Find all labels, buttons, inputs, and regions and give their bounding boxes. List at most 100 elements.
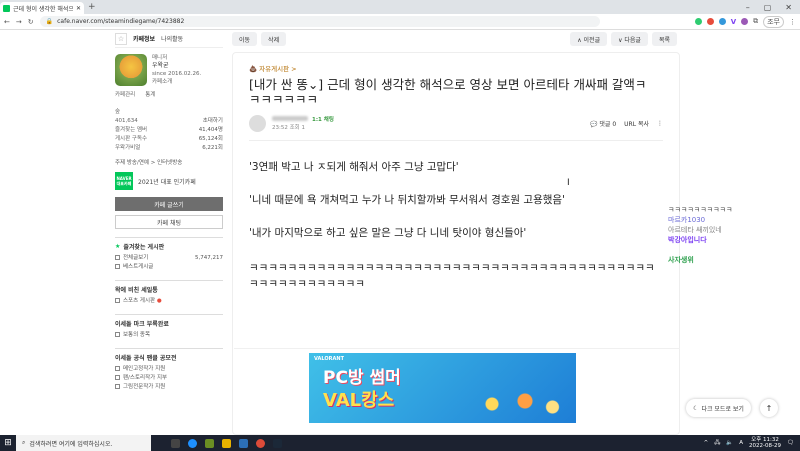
url-copy-button[interactable]: URL 복사 (624, 119, 649, 128)
stat-label: 즐겨찾는 멤버 (115, 127, 148, 133)
menu-item-label: 팬/스토리작가 지부 (123, 375, 168, 381)
menu-item-label: 스포츠 게시판 (123, 298, 156, 304)
cafe-manager-name[interactable]: 우왁굳 (152, 62, 201, 70)
delete-button[interactable]: 삭제 (261, 32, 287, 46)
cafe-admin-link[interactable]: 카페관리 (115, 90, 135, 98)
comment-icon: 💬 (589, 121, 598, 128)
more-options-icon[interactable]: ⋮ (657, 120, 663, 127)
extension-icon[interactable] (718, 18, 726, 25)
windows-taskbar: ⊞ ⌕ 검색하려면 여기에 입력하십시오. ^ 🖧 🔈 A 오후 11:32 2… (0, 435, 800, 451)
move-button[interactable]: 이동 (232, 32, 258, 46)
tab-close-icon[interactable]: ✕ (76, 5, 81, 12)
comment-count[interactable]: 💬 댓글 0 (590, 119, 616, 128)
close-window-button[interactable]: ✕ (785, 3, 792, 12)
steam-icon[interactable] (273, 438, 282, 448)
post-paragraph: '3연패 박고 나 ㅈ되게 해줘서 아주 그냥 고맙다' (249, 161, 459, 173)
chat-line: 마르카1030 (668, 216, 706, 224)
board-icon (115, 298, 120, 303)
author-nickname-blurred[interactable] (272, 115, 308, 121)
section-title: 이세돌 공식 팬클 공모전 (115, 355, 177, 362)
cafe-chat-button[interactable]: 카페 채팅 (115, 215, 223, 229)
puzzle-icon[interactable]: ⧉ (753, 17, 758, 26)
board-icon (115, 384, 120, 389)
board-link[interactable]: 💩 자유게시판 > (249, 63, 663, 73)
url-field[interactable]: 🔒 cafe.naver.com/steamindiegame/7423882 (39, 16, 600, 27)
menu-item[interactable]: 그림전문작가 지원 (115, 383, 223, 392)
menu-item[interactable]: 베스트게시글 (115, 263, 223, 272)
level-row: 숲 (115, 108, 223, 117)
write-post-button[interactable]: 카페 글쓰기 (115, 197, 223, 211)
cafe-theme[interactable]: 주제 방송/연예 > 인터넷방송 (115, 158, 223, 166)
extension-v-icon[interactable]: V (731, 18, 736, 26)
menu-item-count: 5,747,217 (195, 255, 223, 261)
next-post-button[interactable]: ∨ 다음글 (611, 32, 648, 46)
comment-count-label: 댓글 0 (599, 121, 617, 128)
article-area: 이동 삭제 ∧ 이전글 ∨ 다음글 목록 💩 자유게시판 > [내가 싼 똥⌄]… (229, 30, 680, 435)
board-name: 자유게시판 > (259, 65, 297, 73)
stat-label: 우왁가비얼 (115, 145, 141, 151)
divider (249, 140, 663, 141)
extension-icon[interactable] (706, 18, 714, 25)
dark-mode-button[interactable]: ☾ 다크 모드로 보기 (686, 399, 751, 417)
list-button[interactable]: 목록 (651, 32, 677, 46)
browser-tab-active[interactable]: 근데 형이 생각한 해석으로 영상 보면... ✕ (0, 2, 84, 14)
volume-icon[interactable]: 🔈 (726, 440, 733, 446)
minimize-button[interactable]: – (746, 3, 750, 12)
profile-button[interactable]: 조무 (763, 15, 784, 28)
author-row: 1:1 채팅 23:52 조회 1 💬 댓글 0 URL 복사 ⋮ (249, 115, 663, 132)
notification-icon[interactable]: 🗨 (787, 440, 794, 446)
file-explorer-icon[interactable] (222, 438, 231, 448)
post-actions: 💬 댓글 0 URL 복사 ⋮ (590, 119, 663, 128)
stat-value: 6,221회 (202, 145, 223, 151)
valorant-ad-banner[interactable]: VALORANT PC방 썸머 VAL캉스 (309, 353, 576, 423)
avatar[interactable] (249, 115, 266, 132)
scroll-top-button[interactable]: ↑ (760, 399, 778, 417)
extension-icon[interactable] (741, 18, 749, 25)
new-tab-button[interactable]: + (88, 2, 96, 12)
tab-my-activity[interactable]: 나의활동 (161, 34, 183, 43)
prev-post-button[interactable]: ∧ 이전글 (570, 32, 608, 46)
lock-icon: 🔒 (45, 18, 54, 25)
stats-link[interactable]: 통계 (145, 90, 155, 98)
edge-icon[interactable] (188, 438, 197, 448)
invite-link[interactable]: 초대하기 (203, 117, 223, 126)
extension-icon[interactable] (694, 18, 702, 25)
menu-kebab-icon[interactable]: ⋮ (789, 18, 796, 26)
tab-cafe-info[interactable]: 카페정보 (133, 34, 155, 43)
tab-title: 근데 형이 생각한 해석으로 영상 보면... (13, 5, 73, 13)
menu-item[interactable]: 보통의 종목 (115, 331, 223, 340)
star-icon[interactable]: ☆ (115, 32, 127, 45)
cafe-intro-link[interactable]: 카페소개 (152, 78, 201, 86)
chat-line: 사자생위 (668, 256, 694, 264)
stat-row: 게시판 구독수 65,124회 (115, 135, 223, 144)
post-laugh-text: ㅋㅋㅋㅋㅋㅋㅋㅋㅋㅋㅋㅋㅋㅋㅋㅋㅋㅋㅋㅋㅋㅋㅋㅋㅋㅋㅋㅋㅋㅋㅋㅋㅋㅋㅋㅋㅋㅋㅋㅋ… (249, 262, 655, 290)
members-count[interactable]: 401,634 (115, 117, 138, 126)
windows-start-icon[interactable]: ⊞ (0, 438, 16, 448)
menu-item-label: 전체글보기 (123, 255, 149, 261)
ime-indicator[interactable]: A (739, 440, 743, 446)
menu-item[interactable]: 스포츠 게시판 ● (115, 297, 223, 306)
article-toolbar: 이동 삭제 ∧ 이전글 ∨ 다음글 목록 (229, 30, 680, 48)
stat-row: 우왁가비얼 6,221회 (115, 144, 223, 153)
task-view-icon[interactable] (171, 438, 180, 448)
chat-overlay: ㅋㅋㅋㅋㅋㅋㅋㅋㅋㅋ 마르카1030 아르테타 쌔끼있네 박강아입니다 사자생위 (668, 205, 800, 265)
menu-item[interactable]: 팬/스토리작가 지부 (115, 374, 223, 383)
taskbar-clock[interactable]: 오후 11:32 2022-08-29 (749, 437, 781, 449)
menu-item[interactable]: 전체글보기 5,747,217 (115, 254, 223, 263)
cafe-profile-info: 매니저 우왁굳 since 2016.02.26. 카페소개 (152, 54, 201, 86)
minecraft-icon[interactable] (205, 438, 214, 448)
menu-section: 이세돌 공식 팬클 공모전 메인고정작가 지원 팬/스토리작가 지부 그림전문작… (115, 348, 223, 392)
maximize-button[interactable]: ▢ (764, 3, 772, 12)
one-on-one-chat-link[interactable]: 1:1 채팅 (312, 116, 334, 124)
taskbar-search[interactable]: ⌕ 검색하려면 여기에 입력하십시오. (16, 435, 151, 451)
tray-arrow-icon[interactable]: ^ (704, 440, 709, 446)
menu-item[interactable]: 메인고정작가 지원 (115, 365, 223, 374)
chrome-icon[interactable] (256, 438, 265, 448)
reload-icon[interactable]: ↻ (28, 18, 34, 26)
post-body: '3연패 박고 나 ㅈ되게 해줘서 아주 그냥 고맙다' '니네 때문에 욕 개… (249, 161, 663, 292)
vscode-icon[interactable] (239, 438, 248, 448)
network-icon[interactable]: 🖧 (714, 439, 720, 448)
nav-buttons: ∧ 이전글 ∨ 다음글 목록 (570, 32, 677, 46)
forward-icon[interactable]: → (16, 18, 22, 26)
back-icon[interactable]: ← (4, 18, 10, 26)
